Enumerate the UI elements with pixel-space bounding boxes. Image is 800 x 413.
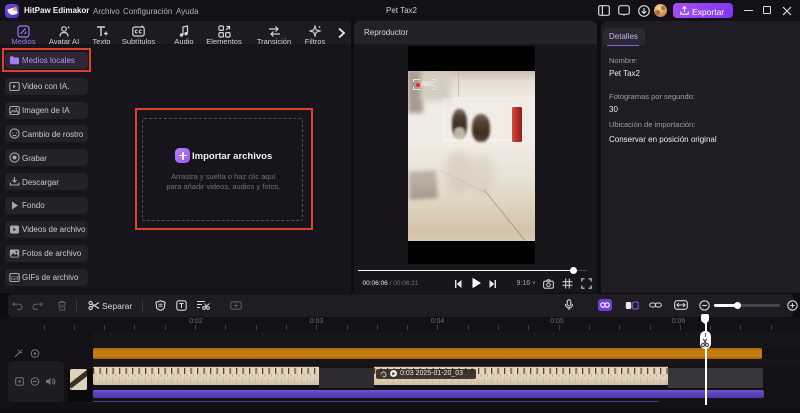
svg-text:GIF: GIF [11, 276, 20, 282]
